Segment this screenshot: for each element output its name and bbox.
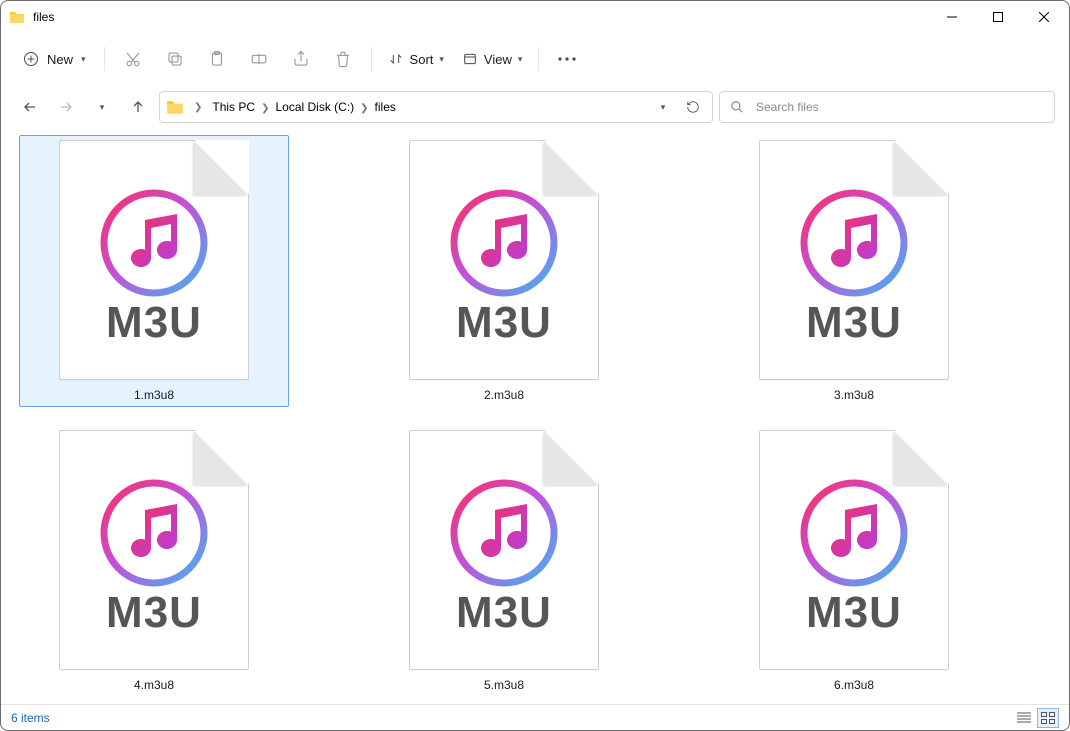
address-row: ▾ ❯ This PC❯Local Disk (C:)❯files ▾ xyxy=(1,85,1069,129)
file-item[interactable]: M3U 5.m3u8 xyxy=(369,425,639,697)
file-type-label: M3U xyxy=(456,298,552,348)
folder-icon xyxy=(9,9,25,25)
titlebar: files xyxy=(1,1,1069,33)
close-button[interactable] xyxy=(1021,1,1067,33)
file-item[interactable]: M3U 4.m3u8 xyxy=(19,425,289,697)
cut-button[interactable] xyxy=(113,41,153,77)
music-icon xyxy=(449,478,559,588)
chevron-right-icon: ❯ xyxy=(259,103,271,114)
chevron-right-icon: ❯ xyxy=(358,103,370,114)
plus-circle-icon xyxy=(23,51,39,67)
sort-label: Sort xyxy=(410,52,434,67)
minimize-button[interactable] xyxy=(929,1,975,33)
file-type-label: M3U xyxy=(106,298,202,348)
file-type-label: M3U xyxy=(806,298,902,348)
file-item[interactable]: M3U 1.m3u8 xyxy=(19,135,289,407)
chevron-down-icon: ▾ xyxy=(439,54,444,65)
page-fold-icon xyxy=(194,431,248,485)
file-item[interactable]: M3U 6.m3u8 xyxy=(719,425,989,697)
search-icon xyxy=(730,100,744,114)
status-bar: 6 items xyxy=(1,704,1069,730)
file-thumbnail: M3U xyxy=(59,140,249,380)
file-name: 2.m3u8 xyxy=(484,388,524,402)
thumbnails-view-button[interactable] xyxy=(1037,708,1059,728)
paste-button[interactable] xyxy=(197,41,237,77)
new-label: New xyxy=(47,52,73,67)
file-area[interactable]: M3U 1.m3u8 M3U 2.m3u8 M3U 3.m3u8 M3U 4.m… xyxy=(1,129,1069,704)
up-button[interactable] xyxy=(123,92,153,122)
search-box[interactable] xyxy=(719,91,1055,123)
file-name: 6.m3u8 xyxy=(834,678,874,692)
maximize-button[interactable] xyxy=(975,1,1021,33)
file-thumbnail: M3U xyxy=(409,430,599,670)
file-name: 3.m3u8 xyxy=(834,388,874,402)
details-view-button[interactable] xyxy=(1013,708,1035,728)
file-thumbnail: M3U xyxy=(759,430,949,670)
toolbar: New ▾ Sort ▾ View ▾ xyxy=(1,33,1069,85)
share-button[interactable] xyxy=(281,41,321,77)
breadcrumb-segment[interactable]: Local Disk (C:) xyxy=(271,98,358,116)
file-name: 1.m3u8 xyxy=(134,388,174,402)
file-thumbnail: M3U xyxy=(59,430,249,670)
file-type-label: M3U xyxy=(106,588,202,638)
file-item[interactable]: M3U 2.m3u8 xyxy=(369,135,639,407)
chevron-right-icon: ❯ xyxy=(192,102,204,113)
music-icon xyxy=(799,188,909,298)
file-thumbnail: M3U xyxy=(409,140,599,380)
music-icon xyxy=(99,478,209,588)
page-fold-icon xyxy=(894,141,948,195)
file-name: 4.m3u8 xyxy=(134,678,174,692)
sort-icon xyxy=(388,51,404,67)
search-input[interactable] xyxy=(754,99,1044,115)
back-button[interactable] xyxy=(15,92,45,122)
view-icon xyxy=(462,51,478,67)
breadcrumb-segment[interactable]: This PC xyxy=(208,98,259,116)
music-icon xyxy=(799,478,909,588)
page-fold-icon xyxy=(894,431,948,485)
music-icon xyxy=(99,188,209,298)
chevron-down-icon: ▾ xyxy=(518,54,523,65)
status-item-count: 6 items xyxy=(11,711,50,725)
divider xyxy=(104,47,105,71)
new-button[interactable]: New ▾ xyxy=(13,45,96,73)
file-name: 5.m3u8 xyxy=(484,678,524,692)
delete-button[interactable] xyxy=(323,41,363,77)
file-type-label: M3U xyxy=(806,588,902,638)
page-fold-icon xyxy=(544,141,598,195)
more-button[interactable] xyxy=(547,41,587,77)
sort-button[interactable]: Sort ▾ xyxy=(380,45,452,73)
view-button[interactable]: View ▾ xyxy=(454,45,530,73)
recent-button[interactable]: ▾ xyxy=(87,92,117,122)
refresh-button[interactable] xyxy=(680,94,706,120)
page-fold-icon xyxy=(194,141,248,195)
address-dropdown[interactable]: ▾ xyxy=(650,94,676,120)
file-item[interactable]: M3U 3.m3u8 xyxy=(719,135,989,407)
copy-button[interactable] xyxy=(155,41,195,77)
view-label: View xyxy=(484,52,512,67)
file-thumbnail: M3U xyxy=(759,140,949,380)
folder-icon xyxy=(166,98,184,116)
window-title: files xyxy=(33,10,54,24)
file-type-label: M3U xyxy=(456,588,552,638)
divider xyxy=(538,47,539,71)
forward-button[interactable] xyxy=(51,92,81,122)
address-bar[interactable]: ❯ This PC❯Local Disk (C:)❯files ▾ xyxy=(159,91,713,123)
music-icon xyxy=(449,188,559,298)
divider xyxy=(371,47,372,71)
chevron-down-icon: ▾ xyxy=(81,54,86,65)
rename-button[interactable] xyxy=(239,41,279,77)
breadcrumb-segment[interactable]: files xyxy=(371,98,400,116)
page-fold-icon xyxy=(544,431,598,485)
